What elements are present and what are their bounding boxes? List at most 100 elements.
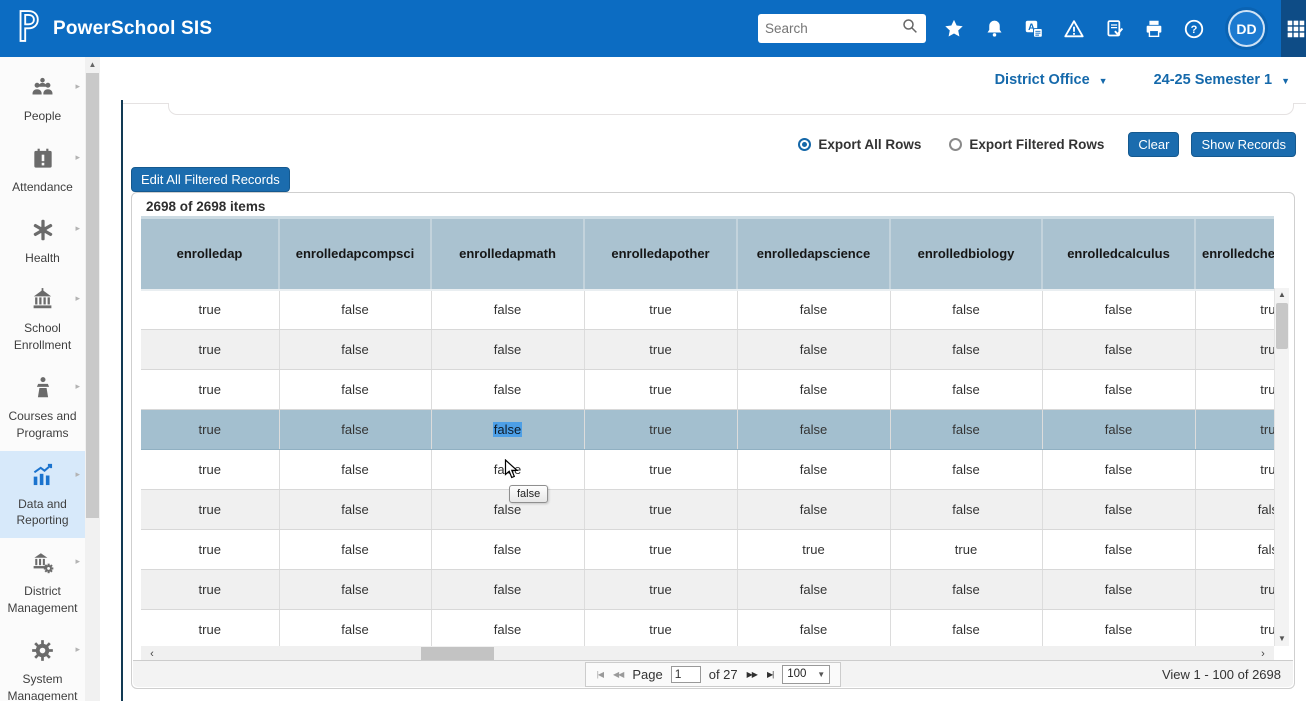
grid-cell[interactable]: true [141,330,279,370]
radio-unselected-icon[interactable] [949,138,962,151]
grid-cell[interactable]: false [890,330,1042,370]
print-icon[interactable] [1142,17,1166,41]
grid-cell[interactable]: true [1195,570,1274,610]
grid-cell[interactable]: false [890,410,1042,450]
grid-cell[interactable]: false [1042,570,1195,610]
grid-cell[interactable]: false [431,490,584,530]
sidebar-item-courses-and-programs[interactable]: Courses and Programs▸ [0,363,85,451]
grid-cell[interactable]: true [584,570,737,610]
help-icon[interactable]: ? [1182,17,1206,41]
grid-cell[interactable]: false [1042,610,1195,647]
grid-cell[interactable]: true [584,610,737,647]
table-row[interactable]: truefalsefalsetruefalsefalsefalsetrue [141,370,1274,410]
grid-cell[interactable]: true [584,410,737,450]
show-records-button[interactable]: Show Records [1191,132,1296,157]
column-header-enrolledcalculus[interactable]: enrolledcalculus [1042,218,1195,290]
grid-cell[interactable]: false [1195,530,1274,570]
grid-cell[interactable]: false [431,290,584,330]
page-size-select[interactable]: 100 ▼ [782,665,830,684]
grid-cell[interactable]: false [279,370,431,410]
grid-cell[interactable]: true [737,530,890,570]
table-row[interactable]: truefalsefalsetruetruetruefalsefalse [141,530,1274,570]
grid-cell[interactable]: true [584,450,737,490]
clear-button[interactable]: Clear [1128,132,1179,157]
grid-cell[interactable]: false [1042,450,1195,490]
grid-cell[interactable]: false [279,330,431,370]
grid-cell[interactable]: false [1042,290,1195,330]
previous-page-button[interactable]: ◀◀ [612,670,624,679]
grid-cell[interactable]: true [584,330,737,370]
grid-cell[interactable]: false [1042,410,1195,450]
grid-cell[interactable]: true [141,290,279,330]
grid-cell[interactable]: true [1195,330,1274,370]
table-row[interactable]: truefalsefalsetruefalsefalsefalsefalse [141,490,1274,530]
last-page-button[interactable]: ▶| [766,670,774,679]
grid-cell[interactable]: false [890,450,1042,490]
grid-cell[interactable]: true [141,450,279,490]
radio-selected-icon[interactable] [798,138,811,151]
grid-cell[interactable]: true [584,370,737,410]
column-header-enrolledbiology[interactable]: enrolledbiology [890,218,1042,290]
grid-cell[interactable]: true [141,410,279,450]
grid-cell[interactable]: true [584,490,737,530]
grid-cell[interactable]: true [584,290,737,330]
notifications-bell-icon[interactable] [982,17,1006,41]
column-header-enrolledche[interactable]: enrolledche [1195,218,1274,290]
search-icon[interactable] [901,17,919,40]
grid-cell[interactable]: true [1195,610,1274,647]
translate-icon[interactable]: A [1022,17,1046,41]
grid-cell[interactable]: true [890,530,1042,570]
grid-cell[interactable]: false [431,570,584,610]
next-page-button[interactable]: ▶▶ [746,670,758,679]
grid-cell[interactable]: true [141,570,279,610]
column-header-enrolledapscience[interactable]: enrolledapscience [737,218,890,290]
grid-cell[interactable]: false [431,370,584,410]
sidebar-item-system-management[interactable]: System Management▸ [0,626,85,701]
sidebar-scrollbar[interactable]: ▲ [85,57,100,701]
grid-cell[interactable]: true [1195,450,1274,490]
grid-cell[interactable]: false [1042,330,1195,370]
grid-cell[interactable]: false [890,290,1042,330]
sidebar-item-data-and-reporting[interactable]: Data and Reporting▸ [0,451,85,539]
grid-cell[interactable]: false [1042,370,1195,410]
grid-cell[interactable]: false [890,570,1042,610]
grid-cell[interactable]: false [737,450,890,490]
sidebar-item-district-management[interactable]: District Management▸ [0,538,85,626]
column-header-enrolledapcompsci[interactable]: enrolledapcompsci [279,218,431,290]
table-row[interactable]: truefalsefalsetruefalsefalsefalsetrue [141,570,1274,610]
grid-cell[interactable]: false [431,410,584,450]
sidebar-item-health[interactable]: Health▸ [0,205,85,276]
grid-cell[interactable]: false [890,610,1042,647]
scroll-up-icon[interactable]: ▲ [85,57,100,72]
vertical-scrollbar-thumb[interactable] [1276,303,1288,349]
grid-cell[interactable]: false [279,530,431,570]
search-input[interactable] [765,21,901,36]
favorites-star-icon[interactable] [942,17,966,41]
grid-cell[interactable]: false [431,530,584,570]
reports-clipboard-icon[interactable] [1102,17,1126,41]
apps-grid-icon[interactable] [1281,0,1306,57]
table-row[interactable]: truefalsefalsetruefalsefalsefalsetrue [141,610,1274,647]
scroll-down-icon[interactable]: ▼ [1275,632,1289,646]
table-row[interactable]: truefalsefalsetruefalsefalsefalsetrue [141,450,1274,490]
grid-cell[interactable]: false [431,610,584,647]
grid-cell[interactable]: false [737,570,890,610]
grid-cell[interactable]: true [584,530,737,570]
column-header-enrolledapother[interactable]: enrolledapother [584,218,737,290]
alerts-warning-icon[interactable] [1062,17,1086,41]
grid-cell[interactable]: false [737,490,890,530]
grid-cell[interactable]: false [1042,530,1195,570]
grid-cell[interactable]: true [1195,370,1274,410]
sidebar-item-school-enrollment[interactable]: School Enrollment▸ [0,275,85,363]
grid-cell[interactable]: true [141,370,279,410]
page-number-input[interactable] [671,666,701,683]
table-row[interactable]: truefalsefalsetruefalsefalsefalsetrue [141,290,1274,330]
grid-cell[interactable]: false [279,450,431,490]
edit-all-filtered-records-button[interactable]: Edit All Filtered Records [131,167,290,192]
grid-cell[interactable]: false [1042,490,1195,530]
grid-cell[interactable]: false [890,490,1042,530]
grid-cell[interactable]: true [141,610,279,647]
grid-cell[interactable]: false [279,290,431,330]
table-row-selected[interactable]: truefalsefalsetruefalsefalsefalsetrue [141,410,1274,450]
grid-cell[interactable]: false [431,330,584,370]
